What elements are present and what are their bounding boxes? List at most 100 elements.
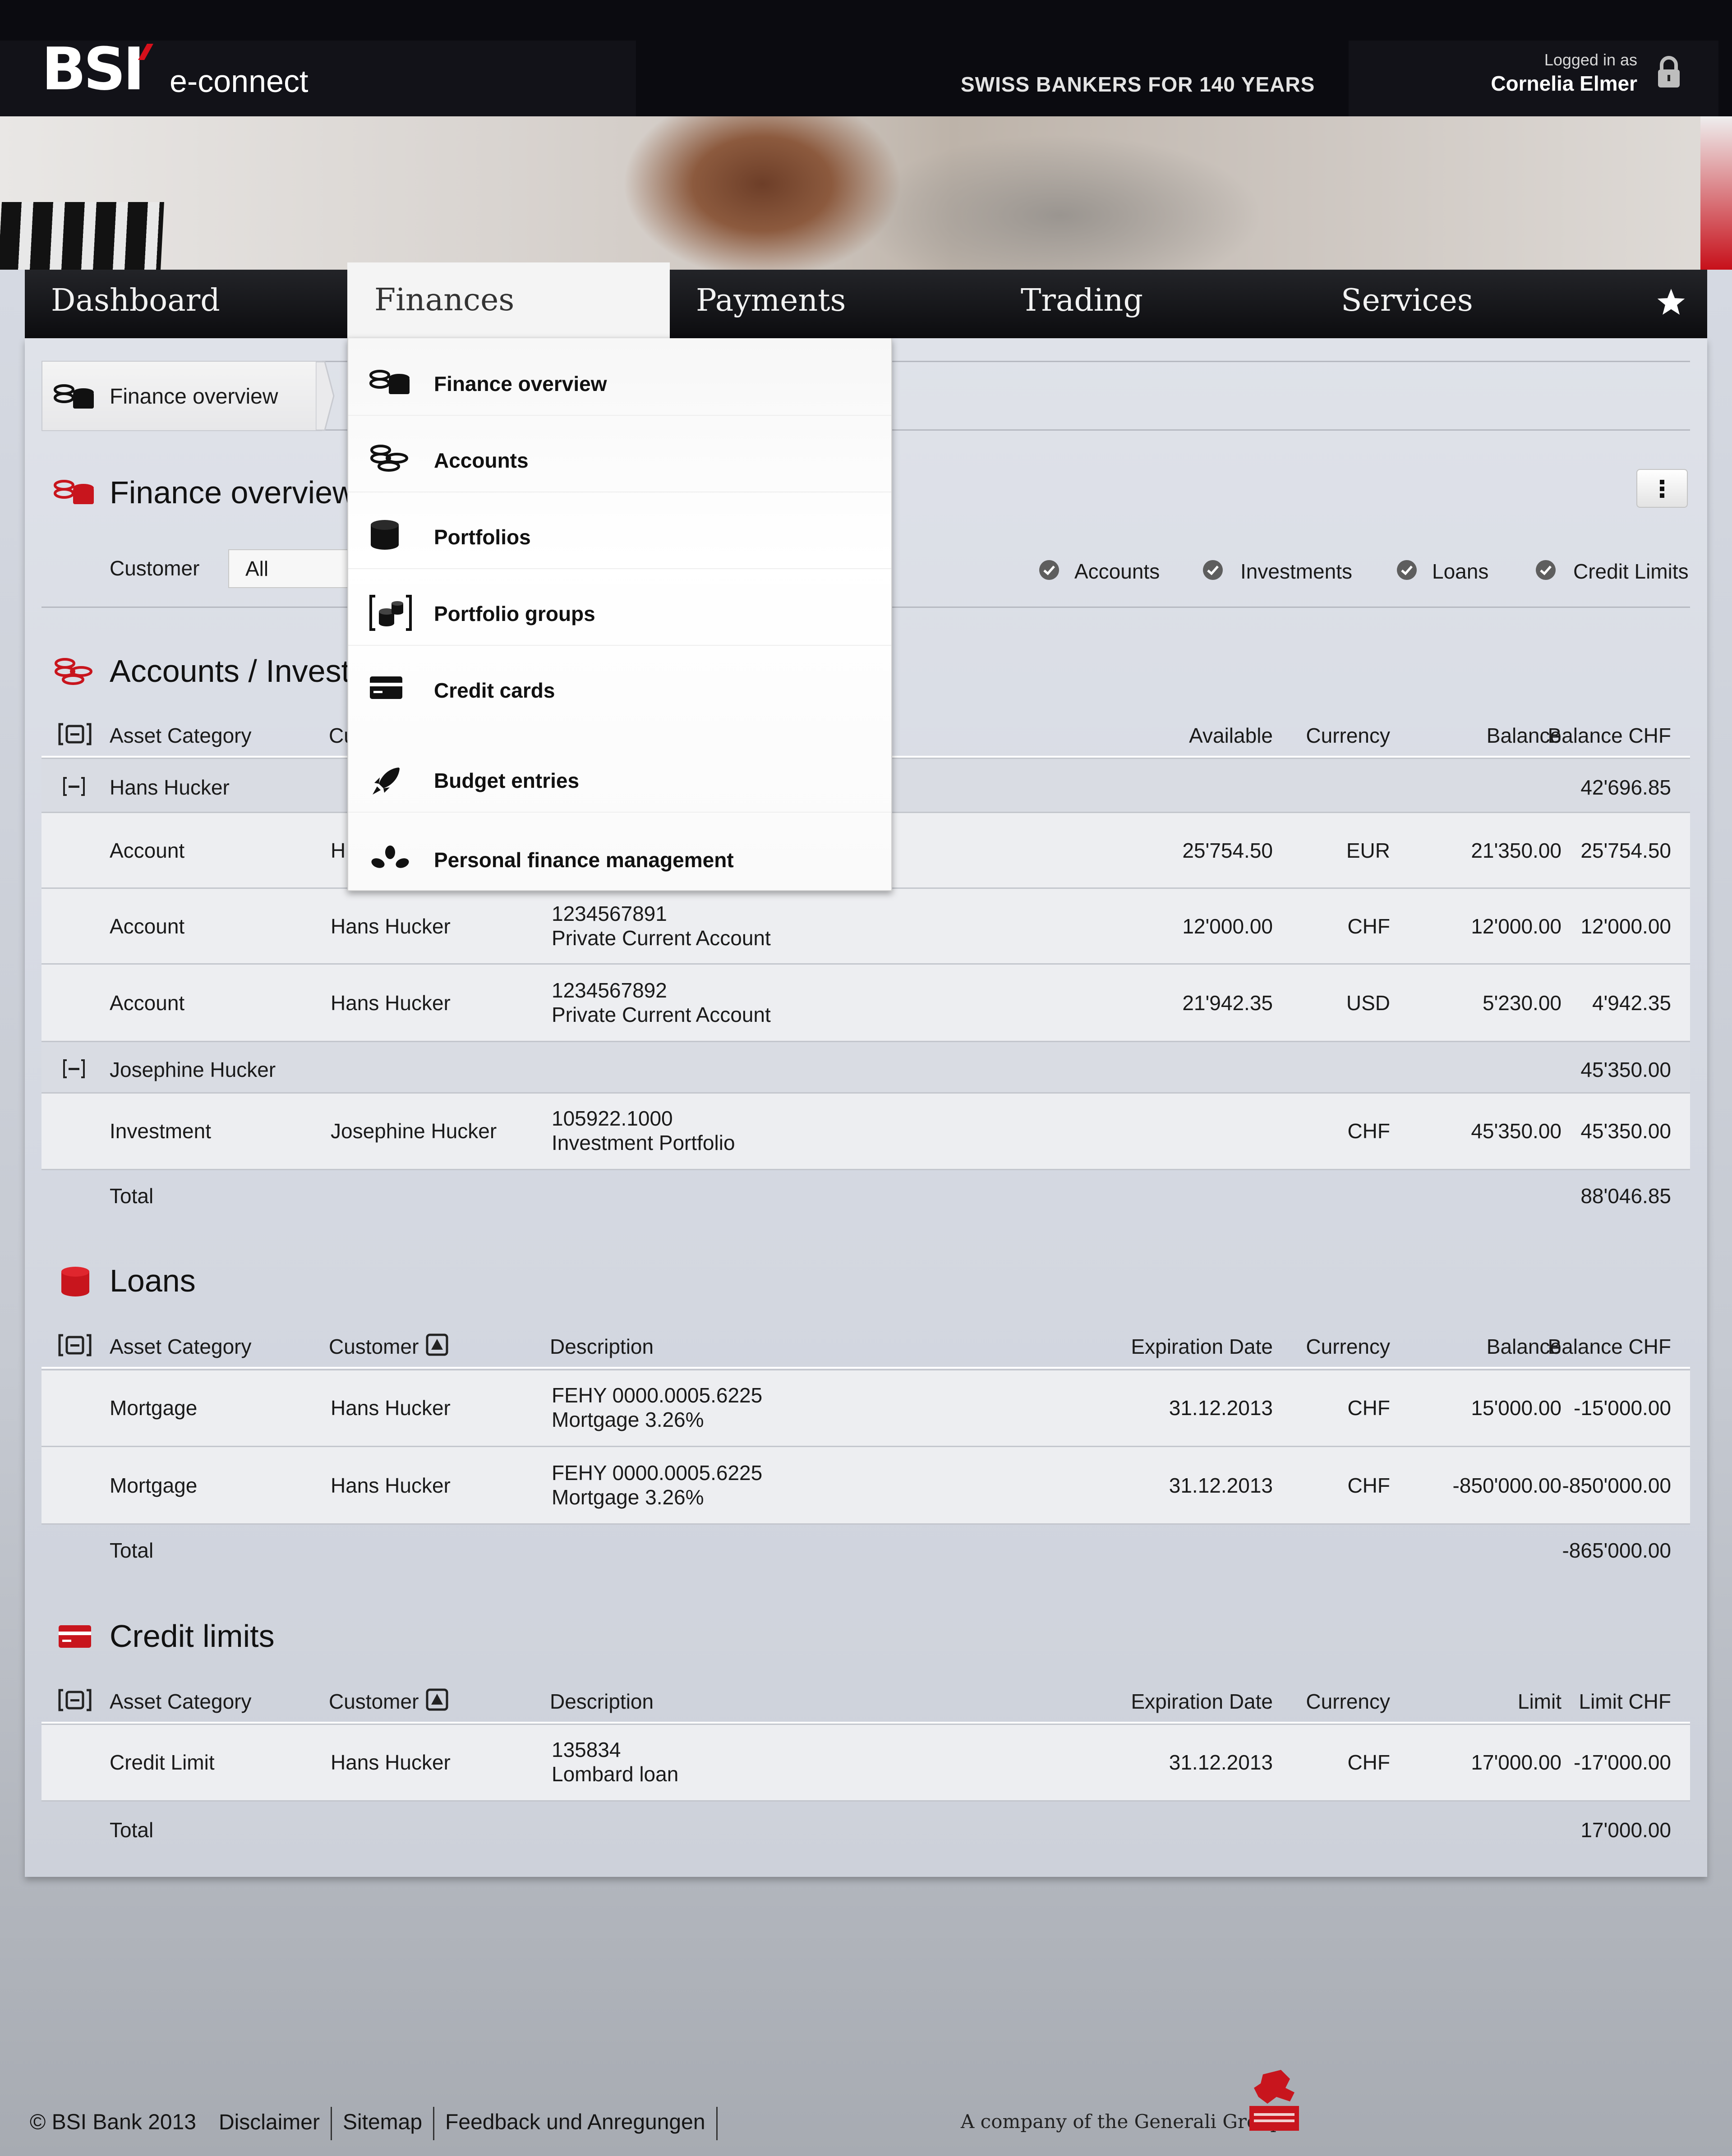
cell-category: Account	[110, 991, 185, 1015]
generali-lion-logo[interactable]	[1245, 2070, 1304, 2133]
collapse-all-icon[interactable]	[58, 1333, 92, 1357]
menu-item-accounts[interactable]: Accounts	[348, 424, 891, 492]
collapse-all-icon[interactable]	[58, 722, 92, 746]
credit-limits-section-title: Credit limits	[110, 1618, 275, 1654]
hero-banner	[0, 116, 1732, 270]
nav-services[interactable]: Services	[1341, 270, 1473, 338]
star-icon[interactable]	[1655, 287, 1687, 318]
page-title: Finance overview	[110, 475, 355, 510]
group-row[interactable]: Josephine Hucker 45'350.00	[41, 1041, 1690, 1094]
coins-icon	[370, 445, 408, 472]
col-balance-chf[interactable]: Balance CHF	[1512, 723, 1671, 748]
logged-in-user[interactable]: Cornelia Elmer	[1443, 71, 1637, 96]
filter-accounts[interactable]: Accounts	[1074, 559, 1160, 584]
menu-item-portfolios[interactable]: Portfolios	[348, 501, 891, 569]
col-asset-category[interactable]: Asset Category	[110, 1334, 251, 1359]
cell-number: FEHY 0000.0005.6225	[552, 1461, 763, 1485]
cell-description: Private Current Account	[552, 1003, 771, 1026]
cell-number: 1234567891	[552, 902, 667, 925]
filter-loans[interactable]: Loans	[1432, 559, 1488, 584]
accounts-section-title: Accounts / Investr	[110, 653, 361, 689]
table-row[interactable]: Account Hans Hucker 1234567891 Private C…	[41, 887, 1690, 965]
cell-customer: Josephine Hucker	[331, 1119, 497, 1143]
filter-investments[interactable]: Investments	[1240, 559, 1352, 584]
footer-links: © BSI Bank 2013 Disclaimer Sitemap Feedback…	[30, 2107, 728, 2140]
total-row: Total 88'046.85	[41, 1169, 1690, 1220]
customer-select-value[interactable]: All	[245, 556, 268, 581]
nav-trading[interactable]: Trading	[1021, 270, 1143, 338]
menu-item-personal-finance-management[interactable]: Personal finance management	[348, 823, 891, 891]
logo-text: BSI	[41, 35, 145, 103]
bsi-logo[interactable]: BSI	[41, 40, 145, 98]
menu-item-budget-entries[interactable]: Budget entries	[348, 744, 891, 813]
check-circle-icon[interactable]	[1038, 559, 1060, 581]
finance-overview-icon	[54, 480, 94, 504]
menu-item-label: Personal finance management	[434, 848, 734, 872]
table-row[interactable]: Account Hans Hucker 1234567892 Private C…	[41, 963, 1690, 1042]
main-nav: Dashboard Finances Payments Trading Serv…	[25, 262, 1707, 338]
cell-description: Mortgage 3.26%	[552, 1485, 704, 1509]
divider	[716, 2107, 718, 2140]
nav-dashboard[interactable]: Dashboard	[51, 270, 220, 338]
col-currency[interactable]: Currency	[1223, 723, 1390, 748]
loans-table-header: Asset Category Customer Description Expi…	[41, 1324, 1690, 1369]
menu-item-portfolio-groups[interactable]: Portfolio groups	[348, 577, 891, 646]
cell-category: Mortgage	[110, 1474, 198, 1497]
total-label: Total	[110, 1818, 154, 1842]
lock-icon[interactable]	[1656, 56, 1681, 88]
col-customer[interactable]: Customer	[329, 1334, 419, 1359]
cell-category: Mortgage	[110, 1396, 198, 1420]
col-limit-chf[interactable]: Limit CHF	[1512, 1689, 1671, 1714]
collapse-all-icon[interactable]	[58, 1688, 92, 1712]
group-total: 45'350.00	[1580, 1058, 1671, 1081]
cell-category: Investment	[110, 1119, 211, 1143]
collapse-icon[interactable]	[62, 1058, 86, 1079]
total-value: 17'000.00	[1580, 1818, 1671, 1842]
cell-currency: CHF	[1347, 1396, 1390, 1420]
check-circle-icon[interactable]	[1396, 559, 1418, 581]
cell-currency: CHF	[1347, 1474, 1390, 1497]
footer-link-feedback[interactable]: Feedback und Anregungen	[445, 2110, 705, 2134]
filter-credit-limits[interactable]: Credit Limits	[1573, 559, 1689, 584]
divider	[433, 2107, 435, 2140]
cell-balance-chf: 12'000.00	[1580, 915, 1671, 938]
col-asset-category[interactable]: Asset Category	[110, 1689, 251, 1714]
nav-payments[interactable]: Payments	[696, 270, 846, 338]
table-row[interactable]: Investment Josephine Hucker 105922.1000 …	[41, 1092, 1690, 1170]
cell-currency: CHF	[1347, 1751, 1390, 1774]
footer-link-sitemap[interactable]: Sitemap	[343, 2110, 422, 2134]
sort-ascending-icon[interactable]	[426, 1688, 448, 1711]
menu-item-finance-overview[interactable]: Finance overview	[348, 347, 891, 416]
check-circle-icon[interactable]	[1202, 559, 1224, 581]
sort-ascending-icon[interactable]	[426, 1333, 448, 1356]
cell-limit-chf: -17'000.00	[1574, 1751, 1671, 1774]
footer-link-disclaimer[interactable]: Disclaimer	[219, 2110, 320, 2134]
cell-customer: Hans Hucker	[331, 1474, 451, 1497]
col-balance-chf[interactable]: Balance CHF	[1512, 1334, 1671, 1359]
more-options-button[interactable]	[1636, 469, 1688, 508]
col-customer[interactable]: Customer	[329, 1689, 419, 1714]
table-row[interactable]: Credit Limit Hans Hucker 135834 Lombard …	[41, 1724, 1690, 1802]
menu-item-label: Accounts	[434, 449, 529, 472]
table-row[interactable]: Mortgage Hans Hucker FEHY 0000.0005.6225…	[41, 1446, 1690, 1525]
col-description[interactable]: Description	[550, 1689, 654, 1714]
col-currency[interactable]: Currency	[1223, 1689, 1390, 1714]
group-name: Hans Hucker	[110, 776, 230, 799]
cell-currency: EUR	[1346, 839, 1390, 862]
total-row: Total 17'000.00	[41, 1800, 1690, 1851]
cell-balance-chf: -15'000.00	[1574, 1396, 1671, 1420]
breadcrumb-label[interactable]: Finance overview	[110, 384, 278, 409]
cell-currency: USD	[1346, 991, 1390, 1015]
cell-number: FEHY 0000.0005.6225	[552, 1384, 763, 1407]
coins-icon	[55, 658, 92, 685]
collapse-icon[interactable]	[62, 776, 86, 797]
col-description[interactable]: Description	[550, 1334, 654, 1359]
col-currency[interactable]: Currency	[1223, 1334, 1390, 1359]
menu-item-label: Finance overview	[434, 372, 607, 395]
check-circle-icon[interactable]	[1535, 559, 1557, 581]
menu-item-credit-cards[interactable]: Credit cards	[348, 654, 891, 722]
nav-finances[interactable]: Finances	[347, 262, 670, 338]
credit-card-icon	[370, 676, 402, 699]
table-row[interactable]: Mortgage Hans Hucker FEHY 0000.0005.6225…	[41, 1369, 1690, 1447]
col-asset-category[interactable]: Asset Category	[110, 723, 251, 748]
